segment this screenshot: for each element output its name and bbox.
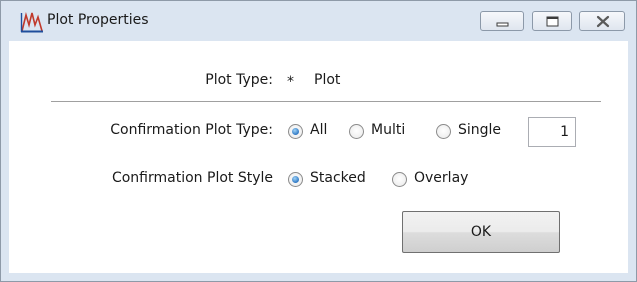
plot-type-label: Plot Type:	[205, 72, 273, 88]
confirmation-plot-type-label: Confirmation Plot Type:	[110, 122, 273, 138]
radio-overlay-label[interactable]: Overlay	[414, 170, 468, 186]
plot-properties-window: Plot Properties Plot Type: * Plot Confir…	[0, 0, 637, 282]
minimize-icon	[496, 22, 509, 27]
peaks-chart-icon	[20, 11, 44, 33]
title-bar[interactable]: Plot Properties	[1, 1, 636, 41]
plot-count-input[interactable]	[528, 117, 576, 147]
maximize-icon	[546, 16, 559, 27]
plot-type-value: Plot	[314, 72, 341, 88]
plot-type-marker: *	[287, 74, 294, 90]
window-title: Plot Properties	[47, 12, 149, 28]
radio-multi-label[interactable]: Multi	[371, 122, 405, 138]
radio-stacked-label[interactable]: Stacked	[310, 170, 366, 186]
radio-multi[interactable]	[349, 124, 364, 139]
minimize-button[interactable]	[480, 11, 524, 31]
close-icon	[596, 15, 610, 28]
close-button[interactable]	[579, 11, 625, 31]
radio-all[interactable]	[288, 124, 303, 139]
ok-button[interactable]: OK	[402, 211, 560, 253]
maximize-button[interactable]	[532, 11, 572, 31]
radio-single[interactable]	[436, 124, 451, 139]
radio-stacked[interactable]	[288, 172, 303, 187]
radio-overlay[interactable]	[392, 172, 407, 187]
dialog-body: Plot Type: * Plot Confirmation Plot Type…	[9, 41, 628, 273]
radio-single-label[interactable]: Single	[458, 122, 501, 138]
separator	[51, 101, 601, 103]
confirmation-plot-style-label: Confirmation Plot Style	[111, 170, 273, 186]
radio-all-label[interactable]: All	[310, 122, 327, 138]
